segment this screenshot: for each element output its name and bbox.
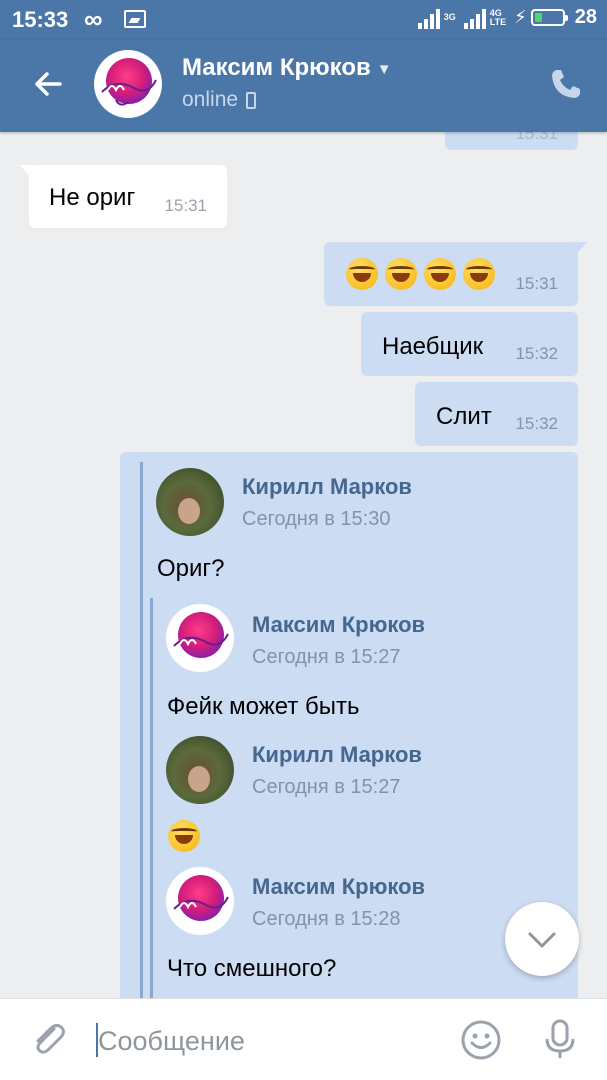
messages-list[interactable]: 15:31 Не ориг 15:31 15:31 Наебщик 15:32 … [0, 132, 607, 998]
avatar-logo-icon [168, 606, 232, 670]
contact-avatar[interactable] [94, 50, 162, 118]
charging-icon: ⚡ [514, 7, 527, 27]
author-avatar[interactable] [166, 604, 234, 672]
message-bubble-out[interactable]: 15:31 [445, 132, 578, 150]
contact-status: online [182, 88, 257, 112]
back-arrow-icon[interactable] [28, 64, 68, 104]
message-bubble-out[interactable]: Слит 15:32 [415, 382, 578, 446]
phone-icon[interactable] [548, 66, 584, 102]
message-time: 15:32 [515, 344, 558, 363]
chevron-down-icon [528, 932, 556, 948]
status-bar: 15:33 ∞ 3G 4G LTE ⚡ 28 [0, 0, 607, 40]
contact-name[interactable]: Максим Крюков ▼ [182, 54, 392, 82]
message-text: Не ориг [49, 184, 136, 211]
message-bubble-out[interactable]: Наебщик 15:32 [361, 312, 578, 376]
message-input[interactable] [98, 1021, 438, 1061]
forward-date: Сегодня в 15:27 [252, 646, 401, 668]
rofl-emoji-icon [385, 258, 417, 290]
infinity-icon: ∞ [84, 4, 103, 34]
forward-text: Ориг? [157, 555, 225, 582]
rofl-emoji-icon [168, 820, 200, 852]
forward-text: Фейк может быть [167, 693, 360, 720]
forward-quote-line [140, 462, 143, 998]
message-text: Слит [436, 403, 492, 430]
message-composer [0, 998, 607, 1080]
message-text: Наебщик [382, 333, 484, 360]
forward-date: Сегодня в 15:28 [252, 908, 401, 930]
paperclip-icon[interactable] [28, 1019, 68, 1059]
avatar-logo-icon [96, 52, 160, 116]
message-time: 15:32 [515, 414, 558, 433]
author-avatar[interactable] [166, 867, 234, 935]
forward-text: Что смешного? [167, 955, 337, 982]
forward-quote-line-nested [150, 598, 153, 998]
battery-icon [530, 9, 568, 26]
status-indicators: 3G 4G LTE ⚡ 28 [417, 6, 597, 29]
rofl-emoji-icon [346, 258, 378, 290]
signal-icon [417, 7, 440, 29]
author-avatar[interactable] [166, 736, 234, 804]
message-time: 15:31 [164, 196, 207, 215]
network-type-1: 3G [443, 12, 456, 22]
microphone-icon[interactable] [540, 1017, 580, 1061]
avatar-logo-icon [168, 869, 232, 933]
chat-header: Максим Крюков ▼ online [0, 40, 607, 132]
author-avatar[interactable] [156, 468, 224, 536]
contact-name-text: Максим Крюков [182, 54, 371, 81]
scroll-to-bottom-button[interactable] [505, 902, 579, 976]
signal-icon-2 [463, 7, 486, 29]
message-time: 15:31 [515, 274, 558, 293]
forward-date: Сегодня в 15:27 [252, 776, 401, 798]
mobile-device-icon [246, 91, 257, 109]
rofl-emoji-icon [463, 258, 495, 290]
rofl-emoji-icon [424, 258, 456, 290]
battery-level [534, 13, 543, 22]
battery-percent: 28 [574, 6, 597, 28]
bubble-tail [20, 165, 32, 179]
forward-author[interactable]: Максим Крюков [252, 874, 425, 900]
message-bubble-out[interactable]: 15:31 [324, 242, 587, 306]
forward-author[interactable]: Максим Крюков [252, 612, 425, 638]
contact-status-text: online [182, 88, 239, 111]
network-type-2: 4G LTE [489, 7, 507, 27]
forward-author[interactable]: Кирилл Марков [252, 742, 422, 768]
emoji-row [346, 258, 502, 290]
bubble-tail [575, 242, 587, 256]
status-time: 15:33 [12, 7, 69, 32]
forward-date: Сегодня в 15:30 [242, 508, 391, 530]
forward-author[interactable]: Кирилл Марков [242, 474, 412, 500]
message-bubble-in[interactable]: Не ориг 15:31 [20, 165, 227, 228]
smile-icon[interactable] [460, 1019, 502, 1061]
image-notification-icon [124, 10, 146, 28]
message-time: 15:31 [515, 132, 558, 143]
chevron-down-icon: ▼ [376, 61, 392, 78]
